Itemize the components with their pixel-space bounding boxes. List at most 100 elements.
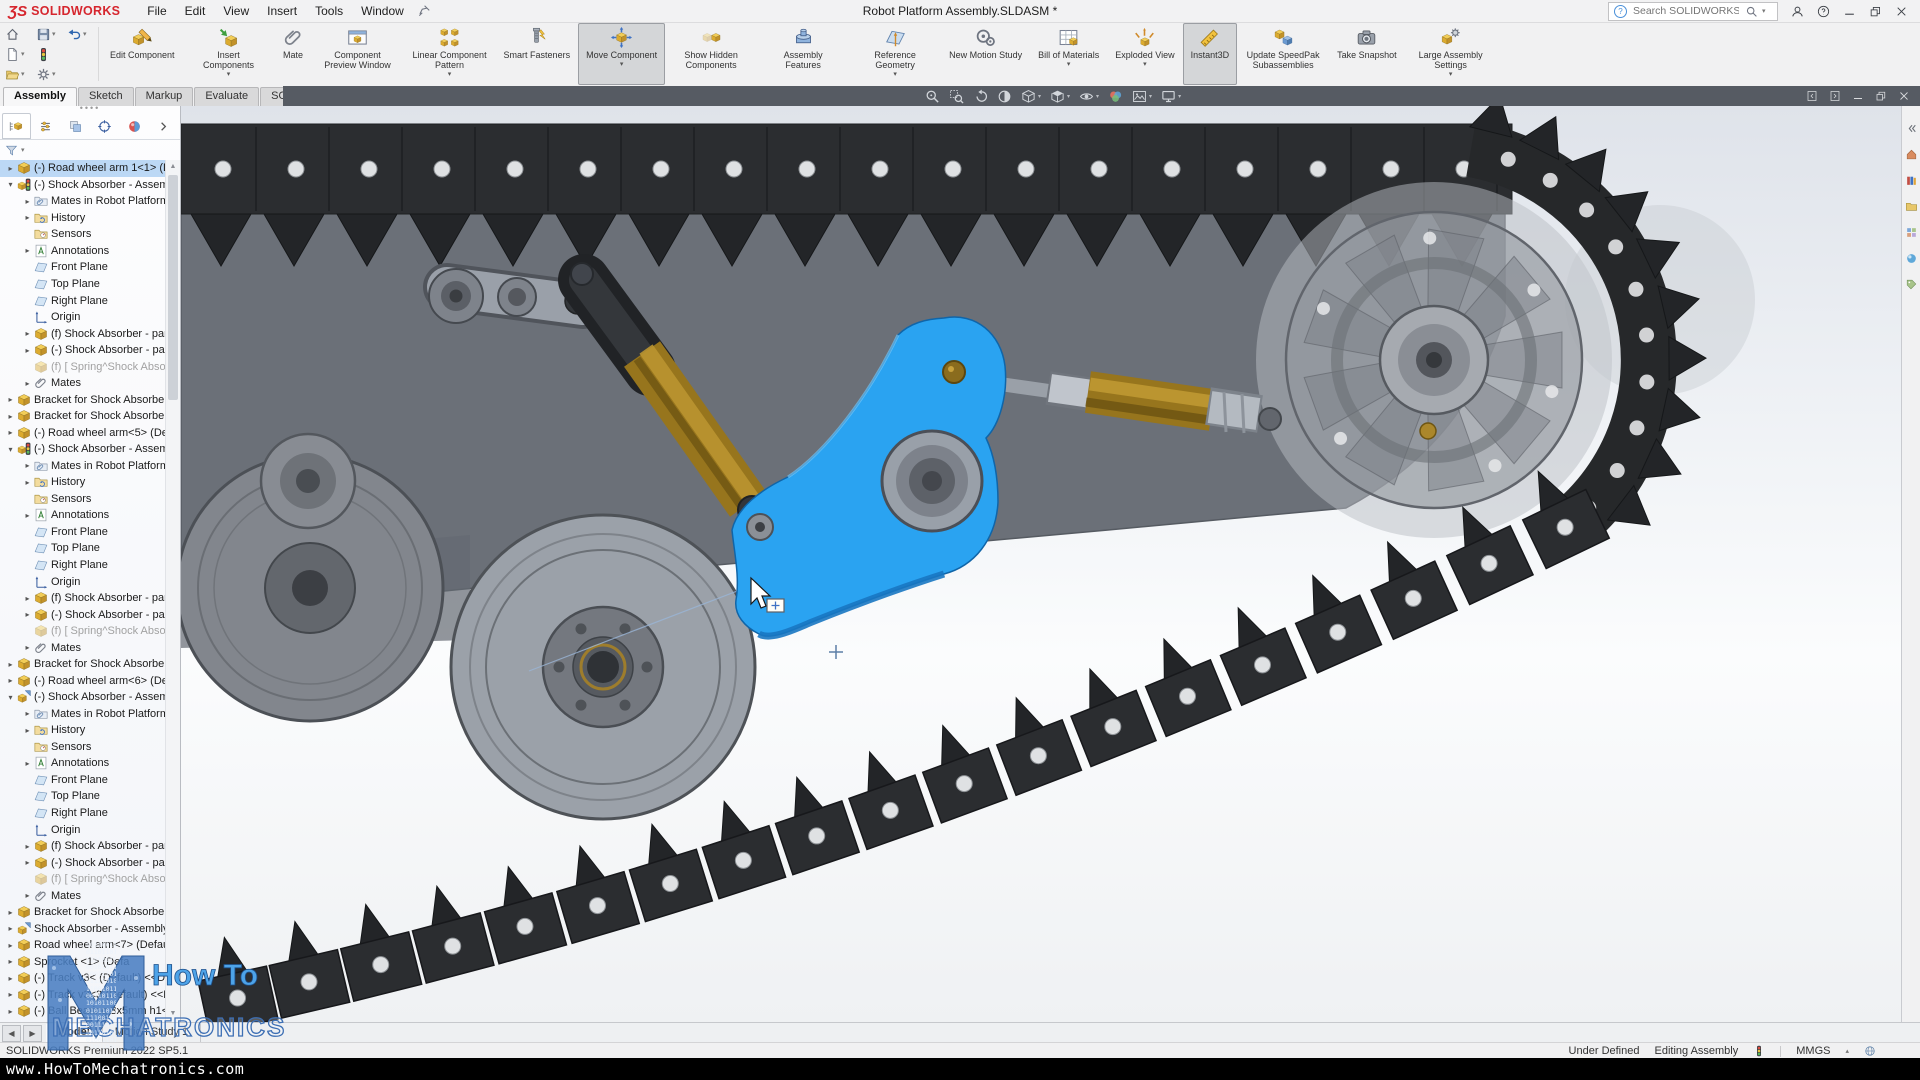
- apply-scene-button[interactable]: ▾: [1132, 89, 1152, 104]
- tree-item[interactable]: ▸Bracket for Shock Absorber<1>: [0, 391, 166, 408]
- task-pane-home-button[interactable]: [1905, 148, 1918, 161]
- exploded-view-button[interactable]: Exploded View▾: [1107, 23, 1182, 85]
- tree-item[interactable]: ▾(-) Shock Absorber - Assembly<: [0, 441, 166, 458]
- tree-item[interactable]: Top Plane: [0, 540, 166, 557]
- previous-window-button[interactable]: [1806, 90, 1818, 102]
- expand-arrow[interactable]: ▸: [4, 164, 17, 173]
- task-pane-file-explorer-button[interactable]: [1905, 200, 1918, 213]
- show-hidden-components-button[interactable]: Show Hidden Components: [665, 23, 757, 85]
- dropdown-icon[interactable]: ▾: [52, 70, 56, 78]
- tree-item[interactable]: ▸(f) Shock Absorber - part 1-: [0, 838, 166, 855]
- tree-item[interactable]: ▸History: [0, 722, 166, 739]
- dropdown-icon[interactable]: ▾: [1067, 93, 1070, 100]
- tree-item[interactable]: Front Plane: [0, 259, 166, 276]
- dropdown-icon[interactable]: ▾: [52, 30, 56, 38]
- expand-arrow[interactable]: ▸: [21, 329, 34, 338]
- tree-scrollbar[interactable]: ▲ ▼: [165, 160, 180, 1020]
- expand-arrow[interactable]: ▾: [4, 693, 17, 702]
- expand-arrow[interactable]: ▸: [4, 676, 17, 685]
- tree-item[interactable]: ▸Shock Absorber - Assembly<8>: [0, 920, 166, 937]
- expand-arrow[interactable]: ▾: [4, 180, 17, 189]
- expand-arrow[interactable]: ▸: [21, 213, 34, 222]
- task-pane-custom-properties-button[interactable]: [1905, 278, 1918, 291]
- instant3d-button[interactable]: Instant3D: [1183, 23, 1238, 85]
- road-wheel[interactable]: [451, 515, 755, 819]
- tree-item[interactable]: ▸History: [0, 210, 166, 227]
- tree-item[interactable]: ▸Mates: [0, 887, 166, 904]
- restore-button[interactable]: [1875, 90, 1887, 102]
- expand-arrow[interactable]: ▸: [21, 858, 34, 867]
- linear-component-pattern-button[interactable]: Linear Component Pattern▾: [404, 23, 496, 85]
- panel-tab-configuration-manager[interactable]: [61, 113, 90, 139]
- status-units[interactable]: MMGS: [1796, 1045, 1830, 1057]
- scroll-up-icon[interactable]: ▲: [166, 160, 180, 173]
- help-icon[interactable]: [1817, 5, 1830, 18]
- section-view-button[interactable]: [997, 89, 1012, 104]
- component-preview-window-button[interactable]: Component Preview Window: [312, 23, 404, 85]
- tree-item[interactable]: (f) [ Spring^Shock Absorbe: [0, 871, 166, 888]
- zoom-area-button[interactable]: [949, 89, 964, 104]
- panel-tab-display-manager[interactable]: [120, 113, 149, 139]
- expand-arrow[interactable]: ▸: [21, 726, 34, 735]
- expand-arrow[interactable]: ▸: [21, 478, 34, 487]
- tree-item[interactable]: Front Plane: [0, 524, 166, 541]
- tree-item[interactable]: Sensors: [0, 739, 166, 756]
- tree-item[interactable]: ▸(-) Road wheel arm<5> (Default: [0, 425, 166, 442]
- close-button[interactable]: [1898, 90, 1910, 102]
- new-document-button[interactable]: ▾: [5, 44, 36, 64]
- dropdown-icon[interactable]: ▾: [21, 70, 25, 78]
- expand-arrow[interactable]: ▸: [4, 412, 17, 421]
- pin-menu-icon[interactable]: [417, 4, 431, 18]
- tree-item[interactable]: ▸(-) Track v3< (Default) <<De: [0, 970, 166, 987]
- tab-assembly[interactable]: Assembly: [3, 87, 77, 106]
- tree-item[interactable]: ▸Annotations: [0, 243, 166, 260]
- panel-tab-expand-tabs[interactable]: [150, 113, 179, 139]
- tree-item[interactable]: ▸(f) Shock Absorber - part 1-: [0, 325, 166, 342]
- expand-arrow[interactable]: ▸: [21, 643, 34, 652]
- expand-arrow[interactable]: ▸: [4, 924, 17, 933]
- dropdown-icon[interactable]: ▾: [1038, 93, 1041, 100]
- scrollbar-thumb[interactable]: [168, 175, 178, 400]
- update-speedpak-subassemblies-button[interactable]: Update SpeedPak Subassemblies: [1237, 23, 1329, 85]
- search-icon[interactable]: [1745, 5, 1758, 18]
- expand-arrow[interactable]: ▸: [21, 379, 34, 388]
- tree-item[interactable]: ▸Sprocket <1> (Defa: [0, 954, 166, 971]
- expand-arrow[interactable]: ▾: [4, 445, 17, 454]
- menu-insert[interactable]: Insert: [258, 0, 306, 22]
- filter-icon[interactable]: [5, 144, 18, 157]
- tree-item[interactable]: ▸(-) Shock Absorber - part 2-: [0, 342, 166, 359]
- dropdown-icon[interactable]: ▾: [893, 71, 897, 78]
- expand-arrow[interactable]: ▸: [21, 197, 34, 206]
- doc-tab-motion-study-1[interactable]: Motion Study 1: [103, 1024, 201, 1042]
- menu-view[interactable]: View: [214, 0, 258, 22]
- expand-arrow[interactable]: ▸: [4, 908, 17, 917]
- tree-item[interactable]: ▸Mates in Robot Platform As: [0, 458, 166, 475]
- web-help-globe-icon[interactable]: [1864, 1045, 1876, 1057]
- view-orientation-button[interactable]: ▾: [1021, 89, 1041, 104]
- minimize-button[interactable]: [1852, 90, 1864, 102]
- task-pane-design-library-button[interactable]: [1905, 174, 1918, 187]
- previous-view-button[interactable]: [973, 89, 988, 104]
- tree-item[interactable]: Origin: [0, 573, 166, 590]
- display-style-button[interactable]: ▾: [1050, 89, 1070, 104]
- panel-tab-property-manager[interactable]: [32, 113, 61, 139]
- close-button[interactable]: [1895, 5, 1908, 18]
- next-window-button[interactable]: [1829, 90, 1841, 102]
- large-assembly-settings-button[interactable]: Large Assembly Settings▾: [1405, 23, 1497, 85]
- tree-item[interactable]: ▸History: [0, 474, 166, 491]
- expand-arrow[interactable]: ▸: [21, 709, 34, 718]
- task-pane-view-palette-button[interactable]: [1905, 226, 1918, 239]
- expand-arrow[interactable]: ▸: [21, 759, 34, 768]
- expand-arrow[interactable]: ▸: [4, 428, 17, 437]
- restore-button[interactable]: [1869, 5, 1882, 18]
- tree-item[interactable]: ▸Annotations: [0, 507, 166, 524]
- smart-fasteners-button[interactable]: Smart Fasteners: [496, 23, 579, 85]
- task-pane-appearances-button[interactable]: [1905, 252, 1918, 265]
- dropdown-icon[interactable]: ▾: [1143, 61, 1147, 68]
- tree-item[interactable]: ▸(-) Road wheel arm<6> (Default: [0, 672, 166, 689]
- home-button[interactable]: [5, 24, 36, 44]
- open-button[interactable]: ▾: [5, 64, 36, 84]
- save-button[interactable]: ▾: [36, 24, 67, 44]
- rebuild-button[interactable]: [36, 44, 67, 64]
- tree-item[interactable]: Sensors: [0, 226, 166, 243]
